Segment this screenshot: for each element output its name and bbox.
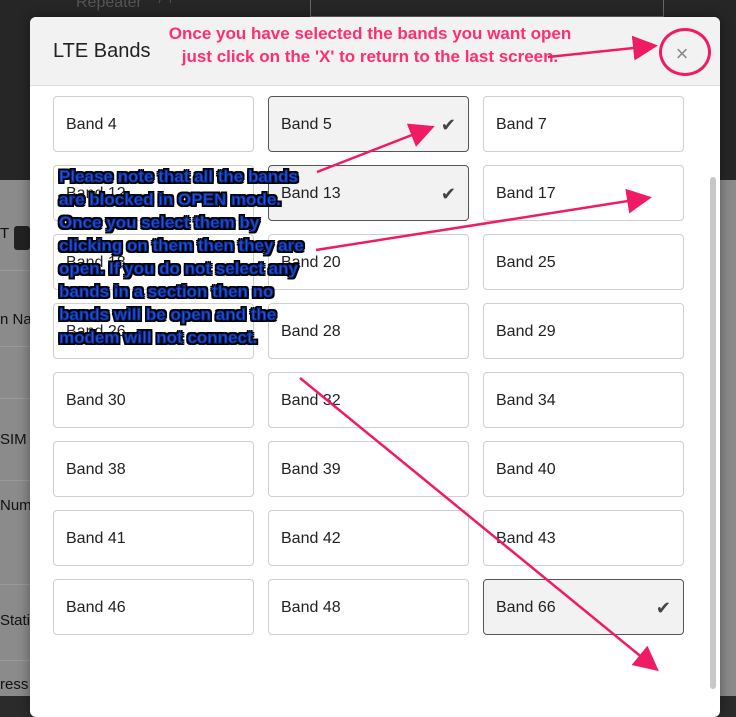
- band-label: Band 40: [496, 461, 556, 478]
- scrollbar[interactable]: [710, 177, 716, 689]
- band-option[interactable]: Band 5 ✔: [268, 96, 469, 152]
- band-label: Band 48: [281, 599, 341, 616]
- bg-divider: [0, 346, 30, 347]
- bg-divider: [0, 270, 30, 271]
- band-option[interactable]: Band 29: [483, 303, 684, 359]
- band-option[interactable]: Band 25: [483, 234, 684, 290]
- band-label: Band 4: [66, 116, 117, 133]
- band-label: Band 29: [496, 323, 556, 340]
- band-option[interactable]: Band 4: [53, 96, 254, 152]
- bg-divider: [0, 398, 30, 399]
- band-label: Band 38: [66, 461, 126, 478]
- bg-label-2: SIM: [0, 431, 27, 448]
- band-label: Band 42: [281, 530, 341, 547]
- band-option[interactable]: Band 34: [483, 372, 684, 428]
- repeater-label: Repeater: [76, 0, 142, 11]
- band-option[interactable]: Band 46: [53, 579, 254, 635]
- band-label: Band 17: [496, 185, 556, 202]
- checkmark-icon: ✔: [440, 115, 456, 135]
- checkmark-icon: ✔: [655, 598, 671, 618]
- band-option[interactable]: Band 32: [268, 372, 469, 428]
- checkmark-icon: ✔: [440, 184, 456, 204]
- band-option[interactable]: Band 42: [268, 510, 469, 566]
- bg-label-3: Num: [0, 497, 32, 514]
- band-label: Band 46: [66, 599, 126, 616]
- top-annotation: Once you have selected the bands you wan…: [168, 24, 572, 66]
- band-label: Band 25: [496, 254, 556, 271]
- band-option[interactable]: Band 41: [53, 510, 254, 566]
- wifi-icon: ◠: [158, 0, 172, 11]
- background-toolbar: [310, 0, 664, 17]
- band-label: Band 34: [496, 392, 556, 409]
- bg-label-1: n Na: [0, 311, 32, 328]
- modal-title: LTE Bands: [53, 40, 151, 62]
- band-label: Band 5: [281, 116, 332, 133]
- bg-chip: [14, 226, 30, 250]
- lte-bands-modal: LTE Bands × Band 4 Band 5 ✔ Band 7 Band 12 Ba…: [30, 17, 720, 717]
- band-option[interactable]: Band 39: [268, 441, 469, 497]
- band-option[interactable]: Band 38: [53, 441, 254, 497]
- band-label: Band 32: [281, 392, 341, 409]
- band-label: Band 66: [496, 599, 556, 616]
- band-option[interactable]: Band 7: [483, 96, 684, 152]
- band-option[interactable]: Band 30: [53, 372, 254, 428]
- band-option[interactable]: Band 66 ✔: [483, 579, 684, 635]
- band-label: Band 39: [281, 461, 341, 478]
- bg-label-4: Stati: [0, 612, 31, 629]
- close-highlight-circle: [659, 28, 711, 76]
- band-option[interactable]: Band 40: [483, 441, 684, 497]
- bg-label-5: ress: [0, 676, 29, 693]
- bg-divider: [0, 480, 30, 481]
- band-option[interactable]: Band 17: [483, 165, 684, 221]
- band-option[interactable]: Band 48: [268, 579, 469, 635]
- band-label: Band 41: [66, 530, 126, 547]
- bg-divider: [0, 584, 30, 585]
- bg-divider: [0, 660, 30, 661]
- band-label: Band 7: [496, 116, 547, 133]
- band-label: Band 30: [66, 392, 126, 409]
- band-option[interactable]: Band 43: [483, 510, 684, 566]
- bg-label-0: T: [0, 225, 10, 242]
- left-annotation: Please note that all the bands are block…: [59, 167, 305, 348]
- band-label: Band 43: [496, 530, 556, 547]
